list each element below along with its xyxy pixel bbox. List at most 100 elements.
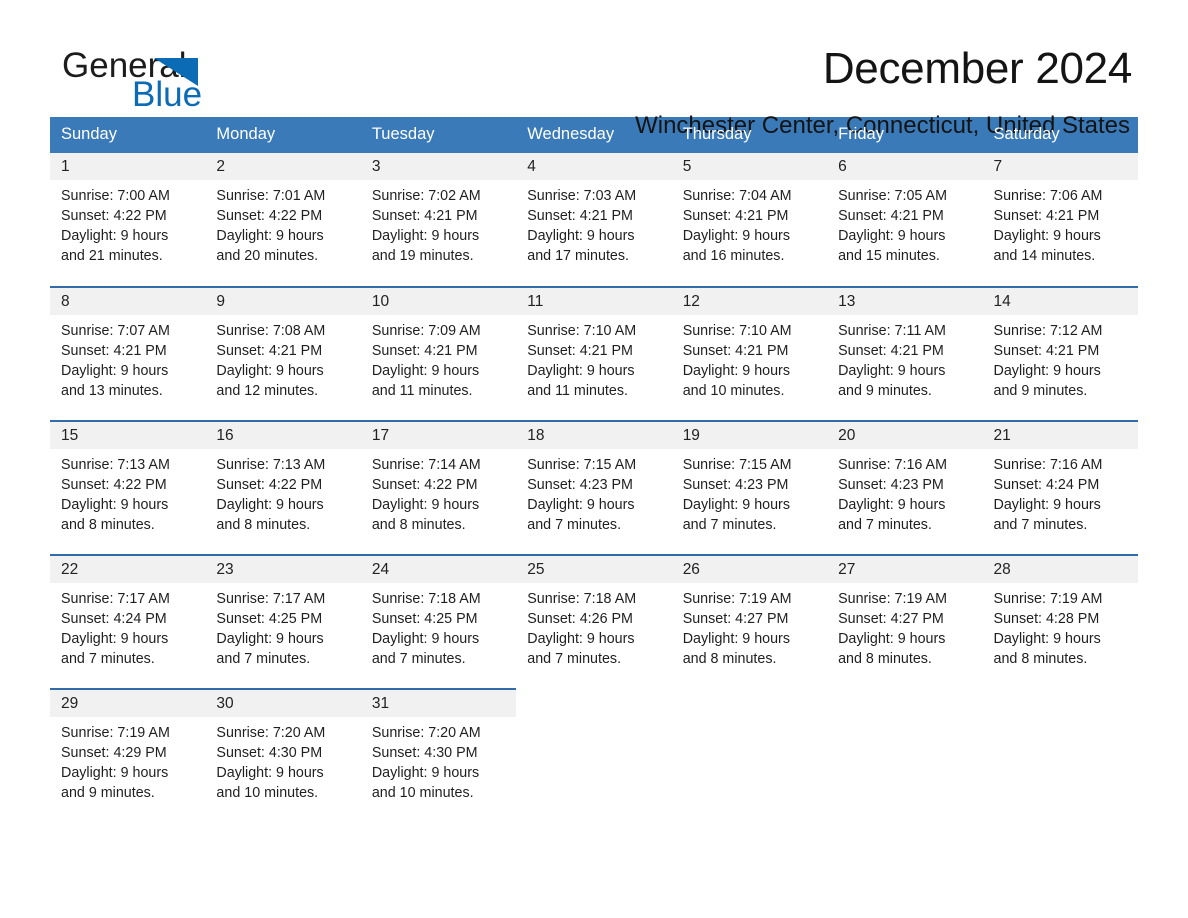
daylight-text-line1: Daylight: 9 hours — [993, 363, 1101, 379]
day-cell[interactable]: 14 Sunrise: 7:12 AM Sunset: 4:21 PM Dayl… — [982, 286, 1138, 421]
day-cell[interactable]: 18 Sunrise: 7:15 AM Sunset: 4:23 PM Dayl… — [516, 420, 672, 555]
day-number: 7 — [982, 153, 1138, 180]
sunrise-text: Sunrise: 7:16 AM — [993, 457, 1103, 473]
day-cell[interactable]: 21 Sunrise: 7:16 AM Sunset: 4:24 PM Dayl… — [982, 420, 1138, 555]
sunrise-text: Sunrise: 7:02 AM — [371, 188, 481, 204]
calendar-page: General Blue December 2024 Winchester Ce… — [0, 0, 1188, 918]
sunset-text: Sunset: 4:22 PM — [216, 208, 323, 224]
day-number: 1 — [50, 153, 206, 180]
sunset-text: Sunset: 4:21 PM — [371, 343, 478, 359]
sunset-text: Sunset: 4:21 PM — [838, 343, 944, 359]
daylight-text-line2: and 12 minutes. — [216, 383, 319, 399]
day-cell[interactable]: 25 Sunrise: 7:18 AM Sunset: 4:26 PM Dayl… — [516, 554, 672, 689]
daylight-text-line2: and 8 minutes. — [838, 651, 932, 667]
day-number: 28 — [982, 556, 1138, 583]
weekday-header-sunday: Sunday — [50, 117, 206, 153]
day-cell[interactable]: 31 Sunrise: 7:20 AM Sunset: 4:30 PM Dayl… — [360, 688, 517, 823]
sunrise-text: Sunrise: 7:13 AM — [216, 457, 326, 473]
daylight-text-line1: Daylight: 9 hours — [838, 497, 946, 513]
day-cell[interactable]: 12 Sunrise: 7:10 AM Sunset: 4:21 PM Dayl… — [671, 286, 828, 421]
day-cell[interactable]: 26 Sunrise: 7:19 AM Sunset: 4:27 PM Dayl… — [671, 554, 828, 689]
sunrise-text: Sunrise: 7:15 AM — [682, 457, 792, 473]
day-info: Sunrise: 7:02 AM Sunset: 4:21 PM Dayligh… — [361, 180, 516, 266]
sunrise-text: Sunrise: 7:17 AM — [216, 591, 326, 607]
day-info: Sunrise: 7:01 AM Sunset: 4:22 PM Dayligh… — [205, 180, 360, 266]
day-info: Sunrise: 7:13 AM Sunset: 4:22 PM Dayligh… — [205, 449, 360, 535]
day-cell[interactable]: 8 Sunrise: 7:07 AM Sunset: 4:21 PM Dayli… — [50, 286, 206, 421]
daylight-text-line1: Daylight: 9 hours — [61, 497, 169, 513]
day-info: Sunrise: 7:10 AM Sunset: 4:21 PM Dayligh… — [516, 315, 671, 401]
day-cell[interactable]: 6 Sunrise: 7:05 AM Sunset: 4:21 PM Dayli… — [827, 153, 983, 287]
day-cell[interactable]: 1 Sunrise: 7:00 AM Sunset: 4:22 PM Dayli… — [50, 153, 206, 287]
day-cell[interactable]: 16 Sunrise: 7:13 AM Sunset: 4:22 PM Dayl… — [205, 420, 361, 555]
day-cell[interactable]: 5 Sunrise: 7:04 AM Sunset: 4:21 PM Dayli… — [671, 153, 828, 287]
daylight-text-line2: and 7 minutes. — [61, 651, 155, 667]
page-header: General Blue December 2024 Winchester Ce… — [0, 0, 1188, 139]
day-number: 30 — [205, 690, 361, 717]
day-info: Sunrise: 7:15 AM Sunset: 4:23 PM Dayligh… — [516, 449, 671, 535]
day-info: Sunrise: 7:14 AM Sunset: 4:22 PM Dayligh… — [361, 449, 516, 535]
daylight-text-line2: and 7 minutes. — [527, 517, 622, 533]
day-cell[interactable]: 17 Sunrise: 7:14 AM Sunset: 4:22 PM Dayl… — [360, 420, 517, 555]
day-cell[interactable]: 23 Sunrise: 7:17 AM Sunset: 4:25 PM Dayl… — [205, 554, 361, 689]
day-cell[interactable]: 19 Sunrise: 7:15 AM Sunset: 4:23 PM Dayl… — [671, 420, 828, 555]
day-number: 24 — [360, 556, 517, 583]
daylight-text-line2: and 7 minutes. — [838, 517, 932, 533]
day-cell[interactable]: 11 Sunrise: 7:10 AM Sunset: 4:21 PM Dayl… — [516, 286, 672, 421]
day-cell[interactable]: 22 Sunrise: 7:17 AM Sunset: 4:24 PM Dayl… — [50, 554, 206, 689]
day-cell[interactable]: 7 Sunrise: 7:06 AM Sunset: 4:21 PM Dayli… — [982, 153, 1138, 287]
daylight-text-line1: Daylight: 9 hours — [371, 497, 480, 513]
general-blue-logo[interactable]: General Blue — [56, 44, 316, 112]
day-number: 20 — [827, 422, 983, 449]
day-cell-empty — [516, 689, 671, 823]
day-info: Sunrise: 7:18 AM Sunset: 4:25 PM Dayligh… — [361, 583, 516, 669]
day-info: Sunrise: 7:20 AM Sunset: 4:30 PM Dayligh… — [361, 717, 516, 803]
daylight-text-line2: and 7 minutes. — [527, 651, 622, 667]
day-cell[interactable]: 3 Sunrise: 7:02 AM Sunset: 4:21 PM Dayli… — [360, 153, 517, 287]
sunset-text: Sunset: 4:22 PM — [216, 477, 323, 493]
calendar-week-row: 8 Sunrise: 7:07 AM Sunset: 4:21 PM Dayli… — [50, 286, 1138, 421]
daylight-text-line2: and 16 minutes. — [682, 248, 785, 264]
sunrise-text: Sunrise: 7:17 AM — [61, 591, 170, 607]
daylight-text-line2: and 9 minutes. — [993, 383, 1088, 399]
day-cell[interactable]: 10 Sunrise: 7:09 AM Sunset: 4:21 PM Dayl… — [360, 286, 517, 421]
sunset-text: Sunset: 4:23 PM — [838, 477, 944, 493]
day-cell[interactable]: 9 Sunrise: 7:08 AM Sunset: 4:21 PM Dayli… — [205, 286, 361, 421]
day-number — [672, 689, 827, 716]
day-number: 16 — [205, 422, 361, 449]
day-info: Sunrise: 7:19 AM Sunset: 4:28 PM Dayligh… — [983, 583, 1138, 669]
day-cell[interactable]: 24 Sunrise: 7:18 AM Sunset: 4:25 PM Dayl… — [360, 554, 517, 689]
sunset-text: Sunset: 4:21 PM — [527, 208, 633, 224]
day-cell[interactable]: 29 Sunrise: 7:19 AM Sunset: 4:29 PM Dayl… — [50, 688, 206, 823]
daylight-text-line2: and 7 minutes. — [216, 651, 311, 667]
day-cell[interactable]: 27 Sunrise: 7:19 AM Sunset: 4:27 PM Dayl… — [827, 554, 983, 689]
day-cell[interactable]: 30 Sunrise: 7:20 AM Sunset: 4:30 PM Dayl… — [205, 688, 361, 823]
sunrise-text: Sunrise: 7:18 AM — [527, 591, 637, 607]
sunset-text: Sunset: 4:23 PM — [527, 477, 633, 493]
weekday-header-tuesday: Tuesday — [360, 117, 517, 153]
day-cell-empty — [983, 689, 1138, 823]
day-number: 11 — [516, 288, 672, 315]
sunrise-text: Sunrise: 7:19 AM — [682, 591, 792, 607]
day-info: Sunrise: 7:13 AM Sunset: 4:22 PM Dayligh… — [50, 449, 205, 535]
day-cell[interactable]: 4 Sunrise: 7:03 AM Sunset: 4:21 PM Dayli… — [516, 153, 672, 287]
daylight-text-line1: Daylight: 9 hours — [61, 228, 169, 244]
day-number: 22 — [50, 556, 206, 583]
day-info: Sunrise: 7:20 AM Sunset: 4:30 PM Dayligh… — [205, 717, 360, 803]
sunset-text: Sunset: 4:22 PM — [61, 477, 167, 493]
sunrise-text: Sunrise: 7:11 AM — [838, 323, 946, 339]
daylight-text-line2: and 8 minutes. — [371, 517, 466, 533]
daylight-text-line2: and 11 minutes. — [371, 383, 473, 399]
day-number: 21 — [982, 422, 1138, 449]
sunrise-text: Sunrise: 7:03 AM — [527, 188, 637, 204]
day-cell[interactable]: 28 Sunrise: 7:19 AM Sunset: 4:28 PM Dayl… — [982, 554, 1138, 689]
day-cell[interactable]: 20 Sunrise: 7:16 AM Sunset: 4:23 PM Dayl… — [827, 420, 983, 555]
day-cell[interactable]: 2 Sunrise: 7:01 AM Sunset: 4:22 PM Dayli… — [205, 153, 361, 287]
daylight-text-line2: and 10 minutes. — [216, 785, 319, 801]
day-cell[interactable]: 13 Sunrise: 7:11 AM Sunset: 4:21 PM Dayl… — [827, 286, 983, 421]
day-cell[interactable]: 15 Sunrise: 7:13 AM Sunset: 4:22 PM Dayl… — [50, 420, 206, 555]
sunrise-text: Sunrise: 7:19 AM — [838, 591, 947, 607]
day-info: Sunrise: 7:06 AM Sunset: 4:21 PM Dayligh… — [983, 180, 1138, 266]
day-number: 8 — [50, 288, 206, 315]
daylight-text-line1: Daylight: 9 hours — [838, 228, 946, 244]
